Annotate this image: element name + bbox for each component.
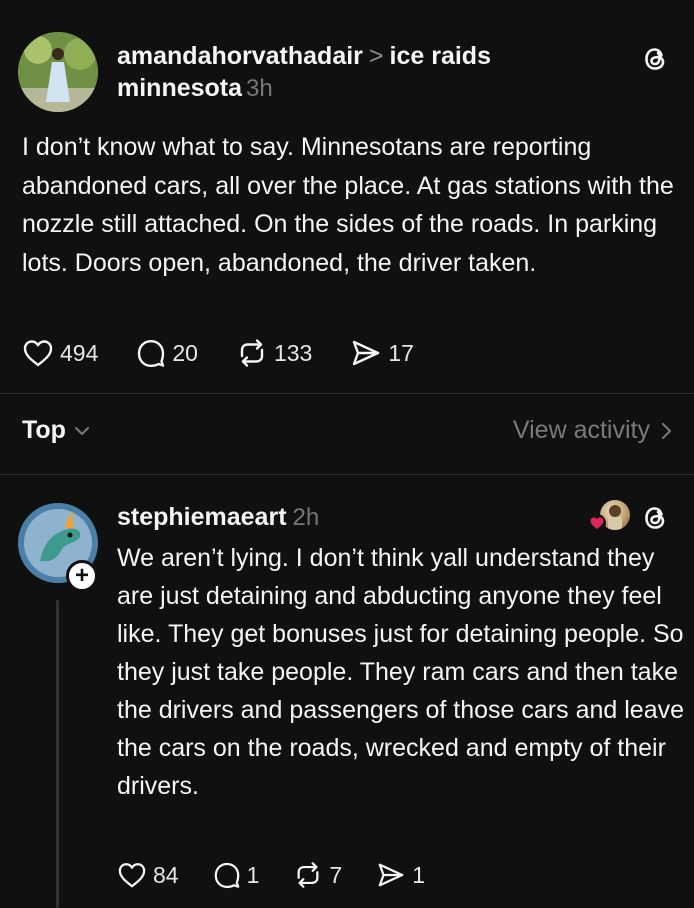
comment-icon: [214, 862, 239, 889]
reply-share-button[interactable]: 1: [376, 861, 425, 889]
reply-like-count: 84: [153, 861, 179, 888]
chevron-down-icon: [74, 426, 89, 435]
view-activity-link[interactable]: View activity: [513, 416, 672, 445]
like-button[interactable]: 494: [22, 338, 98, 368]
share-icon: [353, 340, 380, 366]
reply-author-username[interactable]: stephiemaeart: [117, 503, 287, 531]
reply-actions: 84 1 7 1: [117, 861, 463, 889]
threads-logo-icon-reply[interactable]: [640, 503, 670, 533]
sort-bar: Top View activity: [22, 416, 672, 456]
heart-icon: [23, 340, 53, 367]
heart-icon: [118, 863, 146, 888]
divider-bottom: [0, 474, 694, 475]
reply-time: 2h: [292, 504, 320, 531]
chevron-right-icon: [662, 422, 671, 439]
share-icon: [378, 863, 404, 887]
author-username[interactable]: amandahorvathadair: [117, 42, 363, 70]
topic-separator: >: [368, 42, 384, 70]
topic-tag-line1[interactable]: ice raids: [390, 42, 491, 70]
reply-header: stephiemaeart 2h: [117, 501, 319, 534]
reply-button[interactable]: 20: [136, 338, 198, 368]
repost-icon: [240, 339, 264, 367]
sort-label: Top: [22, 416, 66, 444]
post-time: 3h: [246, 75, 273, 102]
reply-share-count: 1: [412, 861, 425, 888]
reply-reply-button[interactable]: 1: [213, 861, 260, 889]
liked-heart-badge-icon: [588, 514, 606, 532]
share-button[interactable]: 17: [350, 338, 414, 368]
threads-logo-icon[interactable]: [640, 44, 670, 74]
follow-button[interactable]: +: [66, 560, 98, 592]
comment-icon: [138, 340, 165, 367]
repost-icon: [297, 862, 319, 888]
sort-dropdown[interactable]: Top: [22, 416, 90, 445]
reply-like-button[interactable]: 84: [117, 861, 179, 889]
reply-count: 20: [172, 339, 198, 366]
reply-body: We aren’t lying. I don’t think yall unde…: [117, 544, 685, 800]
post-actions: 494 20 133 17: [22, 338, 452, 368]
divider-top: [0, 393, 694, 394]
post-body: I don’t know what to say. Minnesotans ar…: [22, 133, 674, 277]
view-activity-label: View activity: [512, 416, 650, 444]
threads-post-screen: amandahorvathadair > ice raids minnesota 3h…: [0, 0, 694, 908]
repost-button[interactable]: 133: [236, 338, 312, 368]
reply-repost-count: 7: [329, 861, 343, 888]
post-header: amandahorvathadair > ice raids minnesota 3h: [117, 40, 597, 105]
thread-connector-line: [56, 600, 59, 908]
reply-repost-button[interactable]: 7: [293, 861, 342, 889]
topic-tag-line2[interactable]: minnesota: [117, 74, 242, 102]
like-count: 494: [60, 339, 99, 366]
author-avatar[interactable]: [18, 32, 98, 112]
share-count: 17: [388, 339, 414, 366]
reply-reply-count: 1: [246, 861, 260, 888]
repost-count: 133: [273, 339, 313, 366]
